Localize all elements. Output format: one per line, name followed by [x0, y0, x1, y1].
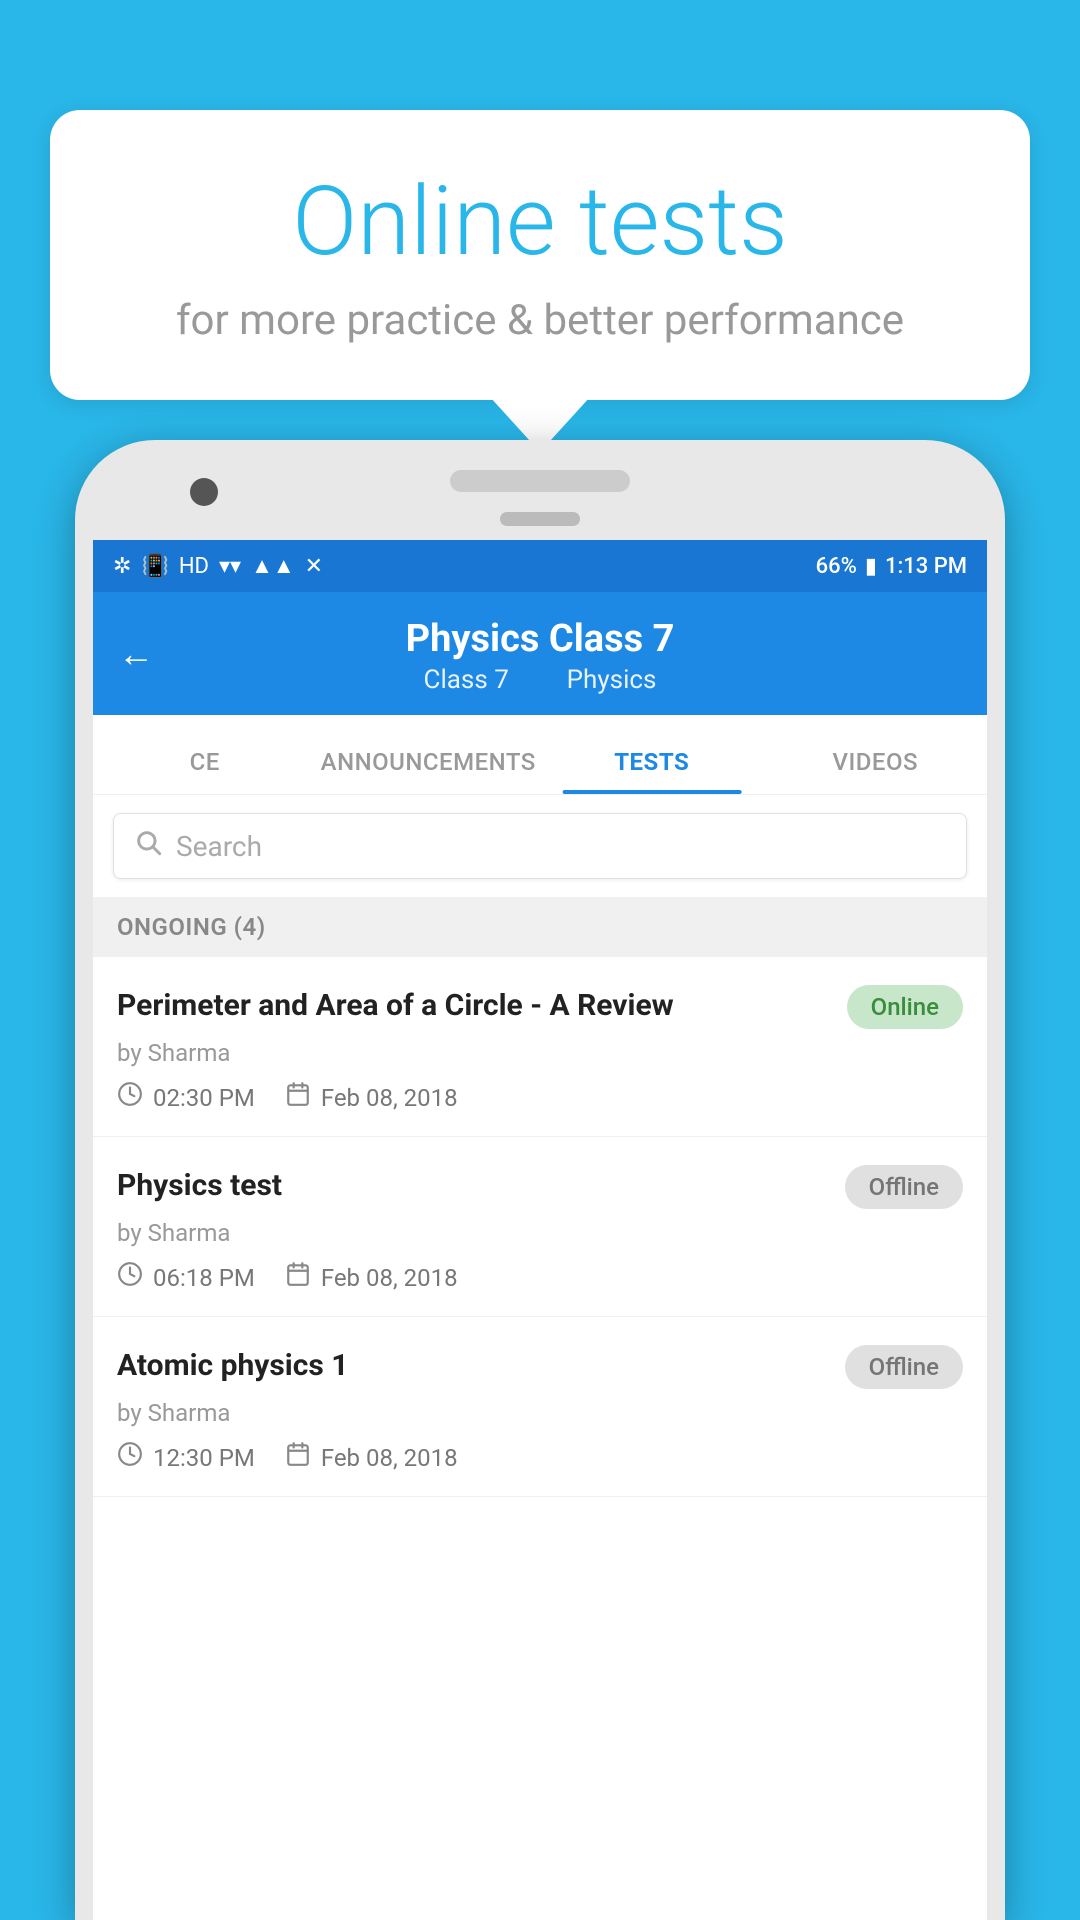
- no-sim-icon: ✕: [305, 554, 323, 579]
- test-author: by Sharma: [117, 1399, 963, 1427]
- status-badge: Online: [847, 985, 963, 1029]
- test-time: 02:30 PM: [117, 1081, 255, 1114]
- bluetooth-icon: ✲: [113, 554, 131, 579]
- search-icon: [134, 828, 162, 864]
- phone-screen: ✲ 📳 HD ▾▾ ▲▲ ✕ 66% ▮ 1:13 PM ← Physics C…: [93, 540, 987, 1920]
- test-item-top: Atomic physics 1 Offline: [117, 1345, 963, 1389]
- test-item-top: Perimeter and Area of a Circle - A Revie…: [117, 985, 963, 1029]
- clock-icon: [117, 1441, 143, 1474]
- wifi-icon: ▾▾: [219, 554, 241, 579]
- promo-card: Online tests for more practice & better …: [50, 110, 1030, 400]
- status-bar: ✲ 📳 HD ▾▾ ▲▲ ✕ 66% ▮ 1:13 PM: [93, 540, 987, 592]
- status-badge: Offline: [845, 1165, 963, 1209]
- phone-speaker: [450, 470, 630, 492]
- vibrate-icon: 📳: [141, 554, 168, 579]
- test-item[interactable]: Physics test Offline by Sharma 06:18 PM: [93, 1137, 987, 1317]
- clock: 1:13 PM: [885, 554, 967, 579]
- test-meta: 12:30 PM Feb 08, 2018: [117, 1441, 963, 1474]
- tab-tests[interactable]: TESTS: [540, 748, 764, 794]
- test-author: by Sharma: [117, 1039, 963, 1067]
- status-right: 66% ▮ 1:13 PM: [816, 554, 967, 579]
- test-title: Atomic physics 1: [117, 1345, 348, 1387]
- phone-top-button: [500, 512, 580, 526]
- hd-label: HD: [179, 554, 209, 579]
- tab-ce[interactable]: CE: [93, 748, 317, 794]
- phone-top: [75, 440, 1005, 540]
- status-icons: ✲ 📳 HD ▾▾ ▲▲ ✕: [113, 553, 323, 579]
- header-class: Class 7: [424, 665, 509, 695]
- search-box[interactable]: Search: [113, 813, 967, 879]
- app-header: ← Physics Class 7 Class 7 Physics: [93, 592, 987, 715]
- promo-title: Online tests: [110, 170, 970, 276]
- tab-videos[interactable]: VIDEOS: [764, 748, 988, 794]
- calendar-icon: [285, 1261, 311, 1294]
- signal-icon: ▲▲: [251, 553, 295, 579]
- header-subtitle: Class 7 Physics: [113, 665, 967, 695]
- test-title: Perimeter and Area of a Circle - A Revie…: [117, 985, 674, 1027]
- clock-icon: [117, 1261, 143, 1294]
- test-item-top: Physics test Offline: [117, 1165, 963, 1209]
- battery-label: 66%: [816, 554, 857, 579]
- test-time: 06:18 PM: [117, 1261, 255, 1294]
- status-badge: Offline: [845, 1345, 963, 1389]
- tab-announcements[interactable]: ANNOUNCEMENTS: [317, 748, 541, 794]
- promo-subtitle: for more practice & better performance: [110, 296, 970, 345]
- search-placeholder: Search: [176, 830, 262, 863]
- header-title: Physics Class 7: [113, 617, 967, 661]
- phone-camera: [190, 478, 218, 506]
- test-date: Feb 08, 2018: [285, 1081, 458, 1114]
- test-meta: 06:18 PM Feb 08, 2018: [117, 1261, 963, 1294]
- tabs-bar: CE ANNOUNCEMENTS TESTS VIDEOS: [93, 715, 987, 795]
- header-subject: Physics: [567, 665, 657, 695]
- clock-icon: [117, 1081, 143, 1114]
- test-meta: 02:30 PM Feb 08, 2018: [117, 1081, 963, 1114]
- test-author: by Sharma: [117, 1219, 963, 1247]
- search-container: Search: [93, 795, 987, 897]
- test-date: Feb 08, 2018: [285, 1261, 458, 1294]
- test-time: 12:30 PM: [117, 1441, 255, 1474]
- test-item[interactable]: Atomic physics 1 Offline by Sharma 12:30…: [93, 1317, 987, 1497]
- calendar-icon: [285, 1441, 311, 1474]
- test-title: Physics test: [117, 1165, 282, 1207]
- phone-frame: ✲ 📳 HD ▾▾ ▲▲ ✕ 66% ▮ 1:13 PM ← Physics C…: [75, 440, 1005, 1920]
- calendar-icon: [285, 1081, 311, 1114]
- back-button[interactable]: ←: [118, 633, 154, 675]
- battery-icon: ▮: [865, 554, 877, 579]
- test-item[interactable]: Perimeter and Area of a Circle - A Revie…: [93, 957, 987, 1137]
- test-date: Feb 08, 2018: [285, 1441, 458, 1474]
- section-ongoing: ONGOING (4): [93, 897, 987, 957]
